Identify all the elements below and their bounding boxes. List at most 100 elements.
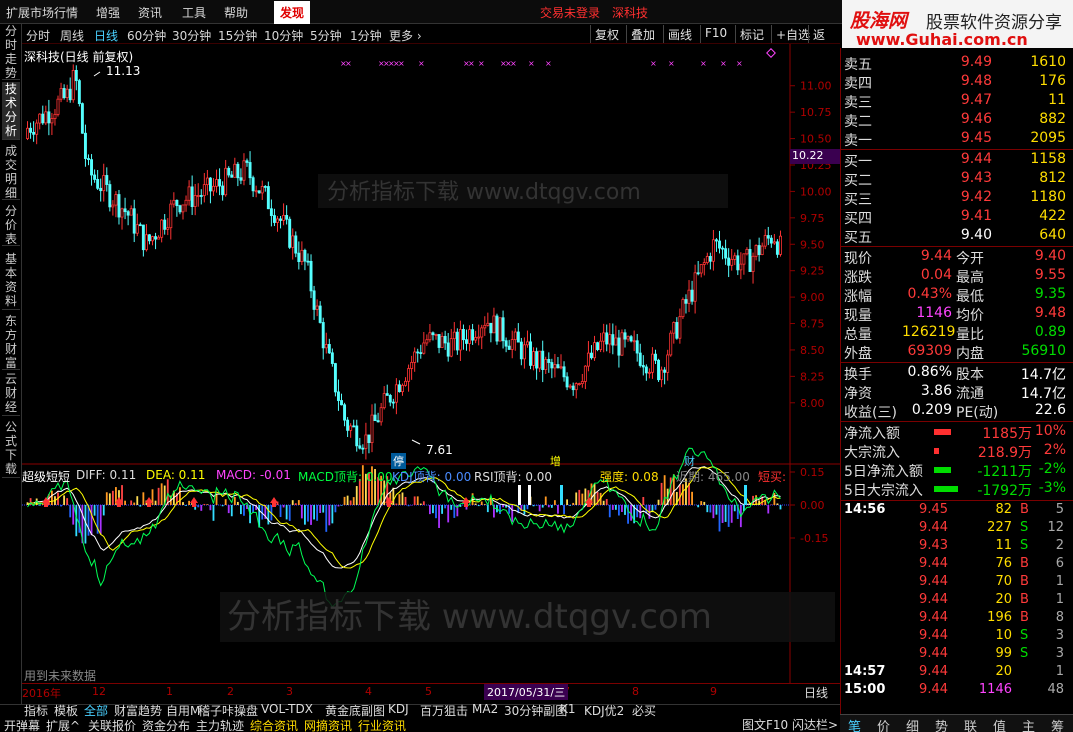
- kline-chart-svg[interactable]: 11.0010.7510.5010.2510.009.759.509.259.0…: [22, 44, 840, 704]
- overlay-button[interactable]: 叠加: [626, 25, 659, 43]
- left-tab-fenshi[interactable]: 分时走势: [2, 24, 20, 80]
- back-button[interactable]: 返回: [808, 25, 840, 59]
- f10-text-tab[interactable]: 图文F10: [742, 716, 788, 732]
- menu-item[interactable]: 帮助: [224, 4, 248, 21]
- left-tab-eastmoney[interactable]: 东方财富: [2, 314, 20, 370]
- chart-area[interactable]: 11.00 10.75 10.50 10.25 10.00 9.75 9.50 9.25 9.0…: [22, 44, 840, 704]
- period-tab[interactable]: 分时: [26, 27, 50, 44]
- x-axis-label: 2016年: [22, 687, 61, 700]
- menu-item[interactable]: 扩展市场行情: [6, 4, 78, 21]
- sell-level-row[interactable]: 卖四 9.48 176: [842, 73, 1072, 92]
- menu-item[interactable]: 增强: [96, 4, 120, 21]
- candle-body: [681, 299, 685, 318]
- period-tab[interactable]: 5分钟: [310, 27, 342, 44]
- candle-body: [583, 365, 587, 382]
- info-tab[interactable]: 综合资讯: [250, 717, 298, 732]
- menu-item-active[interactable]: 发现: [274, 1, 311, 24]
- info-tab[interactable]: 资金分布: [142, 717, 190, 732]
- left-tab-price[interactable]: 分价表: [2, 204, 20, 246]
- candle-body: [361, 447, 365, 450]
- period-tab[interactable]: 1分钟: [350, 27, 382, 44]
- side-tab[interactable]: 势: [935, 716, 948, 732]
- buy-level-row[interactable]: 买三 9.42 1180: [842, 189, 1072, 208]
- period-tab[interactable]: 30分钟: [172, 27, 211, 44]
- candle-body: [126, 211, 130, 216]
- indicator-tab[interactable]: KDJ: [388, 702, 409, 716]
- info-tab[interactable]: 主力轨迹: [196, 717, 244, 732]
- sell-level-row[interactable]: 卖二 9.46 882: [842, 111, 1072, 130]
- side-tab[interactable]: 笔: [848, 716, 861, 732]
- indicator-tab[interactable]: VOL-TDX: [261, 702, 313, 716]
- left-tab-yuncaijing[interactable]: 云财经: [2, 372, 20, 416]
- event-marker[interactable]: 财: [684, 453, 695, 469]
- buy-level-row[interactable]: 买一 9.44 1158: [842, 151, 1072, 170]
- period-tab[interactable]: 15分钟: [218, 27, 257, 44]
- buy-level-row[interactable]: 买二 9.43 812: [842, 170, 1072, 189]
- info-tab[interactable]: 开弹幕: [4, 717, 40, 732]
- candle-body: [87, 158, 90, 161]
- side-tab[interactable]: 细: [906, 716, 919, 732]
- tick-row: 14:56 9.45 82 B 5: [842, 502, 1072, 520]
- candle-body: [513, 331, 517, 340]
- tick-row: 9.44 196 B 8: [842, 610, 1072, 628]
- left-tab-tech[interactable]: 技术分析: [2, 82, 20, 140]
- side-tab[interactable]: 筹: [1051, 716, 1064, 732]
- indicator-name[interactable]: 超级短短: [22, 468, 70, 485]
- side-tab[interactable]: 价: [877, 716, 890, 732]
- tick-volume: 20: [995, 592, 1012, 607]
- quote-value: 1146: [916, 305, 952, 321]
- event-marker[interactable]: 停: [391, 453, 406, 469]
- sell-level-row[interactable]: 卖五 9.49 1610: [842, 54, 1072, 73]
- candle-body: [522, 344, 526, 360]
- tick-price: 9.44: [919, 520, 948, 535]
- event-marker[interactable]: 增: [550, 453, 561, 469]
- info-tab[interactable]: 行业资讯: [358, 717, 406, 732]
- level-label: 买二: [844, 173, 872, 189]
- menu-item[interactable]: 工具: [182, 4, 206, 21]
- left-tab-formula[interactable]: 公式下载: [2, 420, 20, 478]
- candle-body: [221, 185, 225, 196]
- candle-body: [660, 369, 664, 381]
- candle-body: [632, 340, 636, 343]
- period-tab[interactable]: 60分钟: [127, 27, 166, 44]
- indicator-tab[interactable]: MA2: [472, 702, 498, 716]
- f10-button[interactable]: F10: [700, 25, 731, 43]
- cursor-date: 2017/05/31/三: [484, 684, 569, 700]
- flash-bar-tab[interactable]: 闪达栏>: [792, 716, 838, 732]
- period-tab[interactable]: 周线: [60, 27, 84, 44]
- mark-button[interactable]: 标记: [735, 25, 768, 43]
- fund-value: 22.6: [1034, 402, 1066, 418]
- left-tab-basic[interactable]: 基本资料: [2, 252, 20, 310]
- flow-bar: [934, 448, 939, 454]
- indicator-tab[interactable]: K1: [560, 702, 576, 716]
- info-tab[interactable]: 关联报价: [88, 717, 136, 732]
- tick-side: B: [1020, 502, 1029, 517]
- candle-body: [233, 163, 237, 178]
- candle-body: [449, 338, 453, 357]
- login-status[interactable]: 交易未登录: [540, 4, 600, 21]
- macd-tick-label: -0.15: [800, 532, 828, 545]
- period-tab-active[interactable]: 日线: [94, 27, 118, 44]
- left-tab-detail[interactable]: 成交明细: [2, 144, 20, 200]
- side-tab[interactable]: 主: [1022, 716, 1035, 732]
- side-tab[interactable]: 值: [993, 716, 1006, 732]
- fund-value: 3.86: [920, 383, 952, 399]
- draw-line-button[interactable]: 画线: [663, 25, 696, 43]
- buy-level-row[interactable]: 买四 9.41 422: [842, 208, 1072, 227]
- candle-body: [419, 352, 423, 354]
- period-more[interactable]: 更多 ›: [389, 27, 422, 44]
- side-tab[interactable]: 联: [964, 716, 977, 732]
- info-tab[interactable]: 扩展^: [46, 717, 80, 732]
- buy-level-row[interactable]: 买五 9.40 640: [842, 227, 1072, 246]
- quote-label: 现量: [844, 308, 872, 324]
- info-tab[interactable]: 网摘资讯: [304, 717, 352, 732]
- fuquan-button[interactable]: 复权: [590, 25, 623, 43]
- sell-level-row[interactable]: 卖三 9.47 11: [842, 92, 1072, 111]
- tick-row: 9.43 11 S 2: [842, 538, 1072, 556]
- fund-flow-row: 净流入额 1185万 10%: [842, 423, 1072, 442]
- candle-body: [297, 252, 301, 263]
- candle-body: [324, 344, 328, 349]
- period-tab[interactable]: 10分钟: [264, 27, 303, 44]
- menu-item[interactable]: 资讯: [138, 4, 162, 21]
- sell-level-row[interactable]: 卖一 9.45 2095: [842, 130, 1072, 149]
